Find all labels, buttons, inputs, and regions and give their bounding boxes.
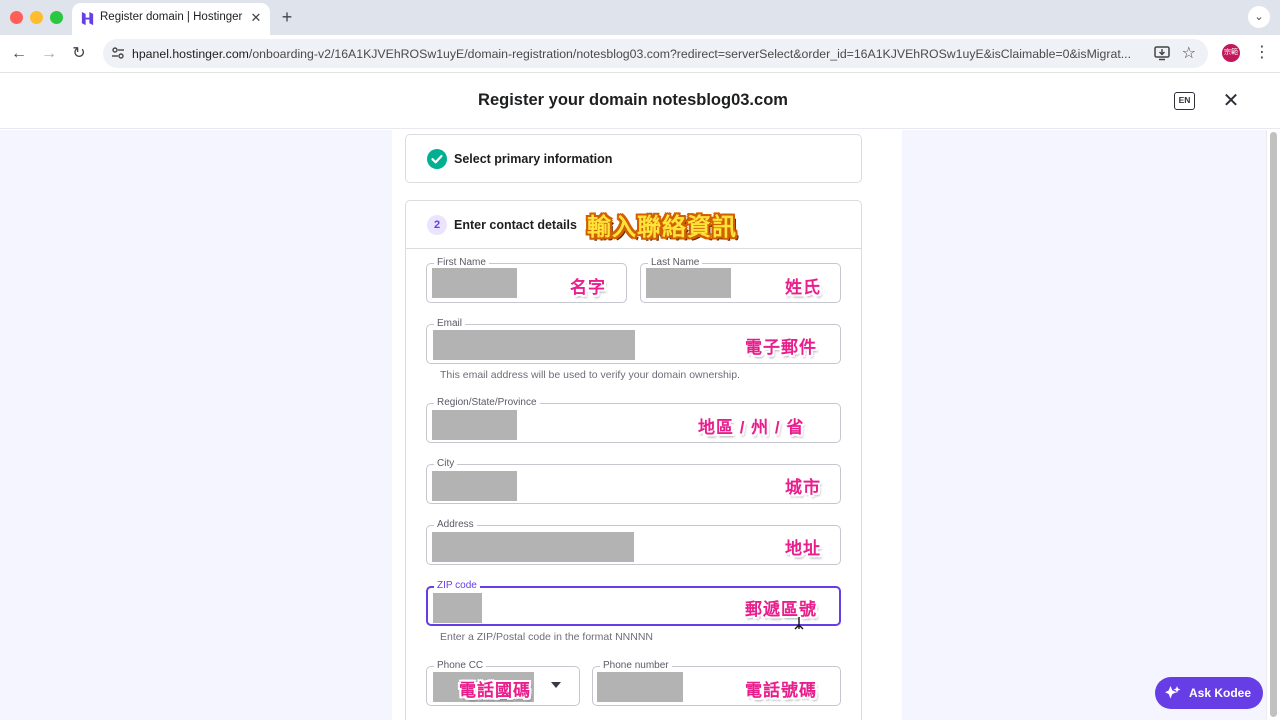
- url-path: /onboarding-v2/16A1KJVEhROSw1uyE/domain-…: [248, 47, 1131, 61]
- step-contact-details-title: Enter contact details: [454, 218, 577, 232]
- email-hint: This email address will be used to verif…: [440, 369, 740, 381]
- close-icon[interactable]: ✕: [1222, 90, 1240, 112]
- ask-kodee-button[interactable]: Ask Kodee: [1155, 677, 1263, 709]
- address-field[interactable]: Address: [426, 518, 841, 565]
- url-host: hpanel.hostinger.com: [132, 47, 249, 61]
- address-label: Address: [434, 518, 477, 532]
- annotation-first-name: 名字: [570, 278, 606, 297]
- annotation-zip: 郵遞區號: [745, 600, 817, 619]
- language-button[interactable]: EN: [1174, 92, 1195, 110]
- page-title: Register your domain notesblog03.com: [478, 91, 788, 109]
- address-value-redacted: [432, 532, 634, 562]
- sparkle-icon: [1165, 685, 1181, 699]
- zip-code-hint: Enter a ZIP/Postal code in the format NN…: [440, 631, 653, 643]
- email-label: Email: [434, 317, 466, 331]
- zip-code-value-redacted: [433, 593, 482, 623]
- profile-avatar[interactable]: 宗範: [1222, 44, 1240, 62]
- annotation-contact-details: 輸入聯絡資訊: [587, 214, 737, 241]
- tab-title: Register domain | Hostinger: [100, 11, 243, 23]
- annotation-email: 電子郵件: [745, 338, 817, 357]
- region-value-redacted: [432, 410, 517, 440]
- install-app-icon[interactable]: [1154, 45, 1170, 61]
- hostinger-favicon-icon: [81, 11, 94, 26]
- annotation-phone-cc: 電話國碼: [459, 681, 531, 700]
- phone-number-label: Phone number: [600, 659, 672, 673]
- window-close-button[interactable]: [10, 11, 23, 24]
- bookmark-star-icon[interactable]: ☆: [1182, 43, 1196, 63]
- window-minimize-button[interactable]: [30, 11, 43, 24]
- chevron-down-icon[interactable]: [551, 682, 561, 688]
- region-label: Region/State/Province: [434, 396, 540, 410]
- site-info-icon[interactable]: [111, 46, 125, 60]
- first-name-value-redacted: [432, 268, 517, 298]
- new-tab-button[interactable]: +: [278, 7, 296, 27]
- email-value-redacted: [433, 330, 635, 360]
- browser-toolbar: ← → ↻ hpanel.hostinger.com/onboarding-v2…: [0, 35, 1280, 73]
- city-value-redacted: [432, 471, 517, 501]
- tab-close-icon[interactable]: ✕: [248, 10, 264, 26]
- checkmark-icon: [427, 149, 447, 169]
- back-arrow-icon[interactable]: ←: [8, 43, 30, 65]
- browser-menu-icon[interactable]: ⋮: [1254, 42, 1270, 64]
- step-primary-info-title: Select primary information: [454, 152, 613, 166]
- city-field[interactable]: City: [426, 457, 841, 504]
- url-text: hpanel.hostinger.com/onboarding-v2/16A1K…: [132, 47, 1142, 61]
- forward-arrow-icon[interactable]: →: [38, 43, 60, 65]
- tab-search-chevron-icon[interactable]: ⌄: [1248, 6, 1270, 28]
- window-zoom-button[interactable]: [50, 11, 63, 24]
- address-bar[interactable]: hpanel.hostinger.com/onboarding-v2/16A1K…: [103, 39, 1208, 68]
- annotation-region: 地區 / 州 / 省: [698, 418, 805, 437]
- phone-cc-label: Phone CC: [434, 659, 487, 673]
- last-name-value-redacted: [646, 268, 731, 298]
- text-cursor-icon: [794, 617, 804, 630]
- city-label: City: [434, 457, 458, 471]
- annotation-last-name: 姓氏: [785, 278, 821, 297]
- ask-kodee-label: Ask Kodee: [1189, 686, 1252, 700]
- reload-icon[interactable]: ↻: [68, 43, 90, 65]
- annotation-phone-number: 電話號碼: [745, 681, 817, 700]
- browser-tab[interactable]: Register domain | Hostinger ✕: [72, 3, 270, 35]
- step-primary-info-card[interactable]: Select primary information: [405, 134, 862, 183]
- annotation-address: 地址: [785, 539, 821, 558]
- phone-number-value-redacted: [597, 672, 683, 702]
- page-header: Register your domain notesblog03.com EN …: [0, 74, 1280, 129]
- scrollbar-thumb[interactable]: [1270, 132, 1277, 717]
- browser-tab-bar: Register domain | Hostinger ✕ + ⌄: [0, 0, 1280, 35]
- zip-code-label: ZIP code: [434, 579, 480, 593]
- annotation-city: 城市: [785, 478, 821, 497]
- step-number-badge: 2: [427, 215, 447, 235]
